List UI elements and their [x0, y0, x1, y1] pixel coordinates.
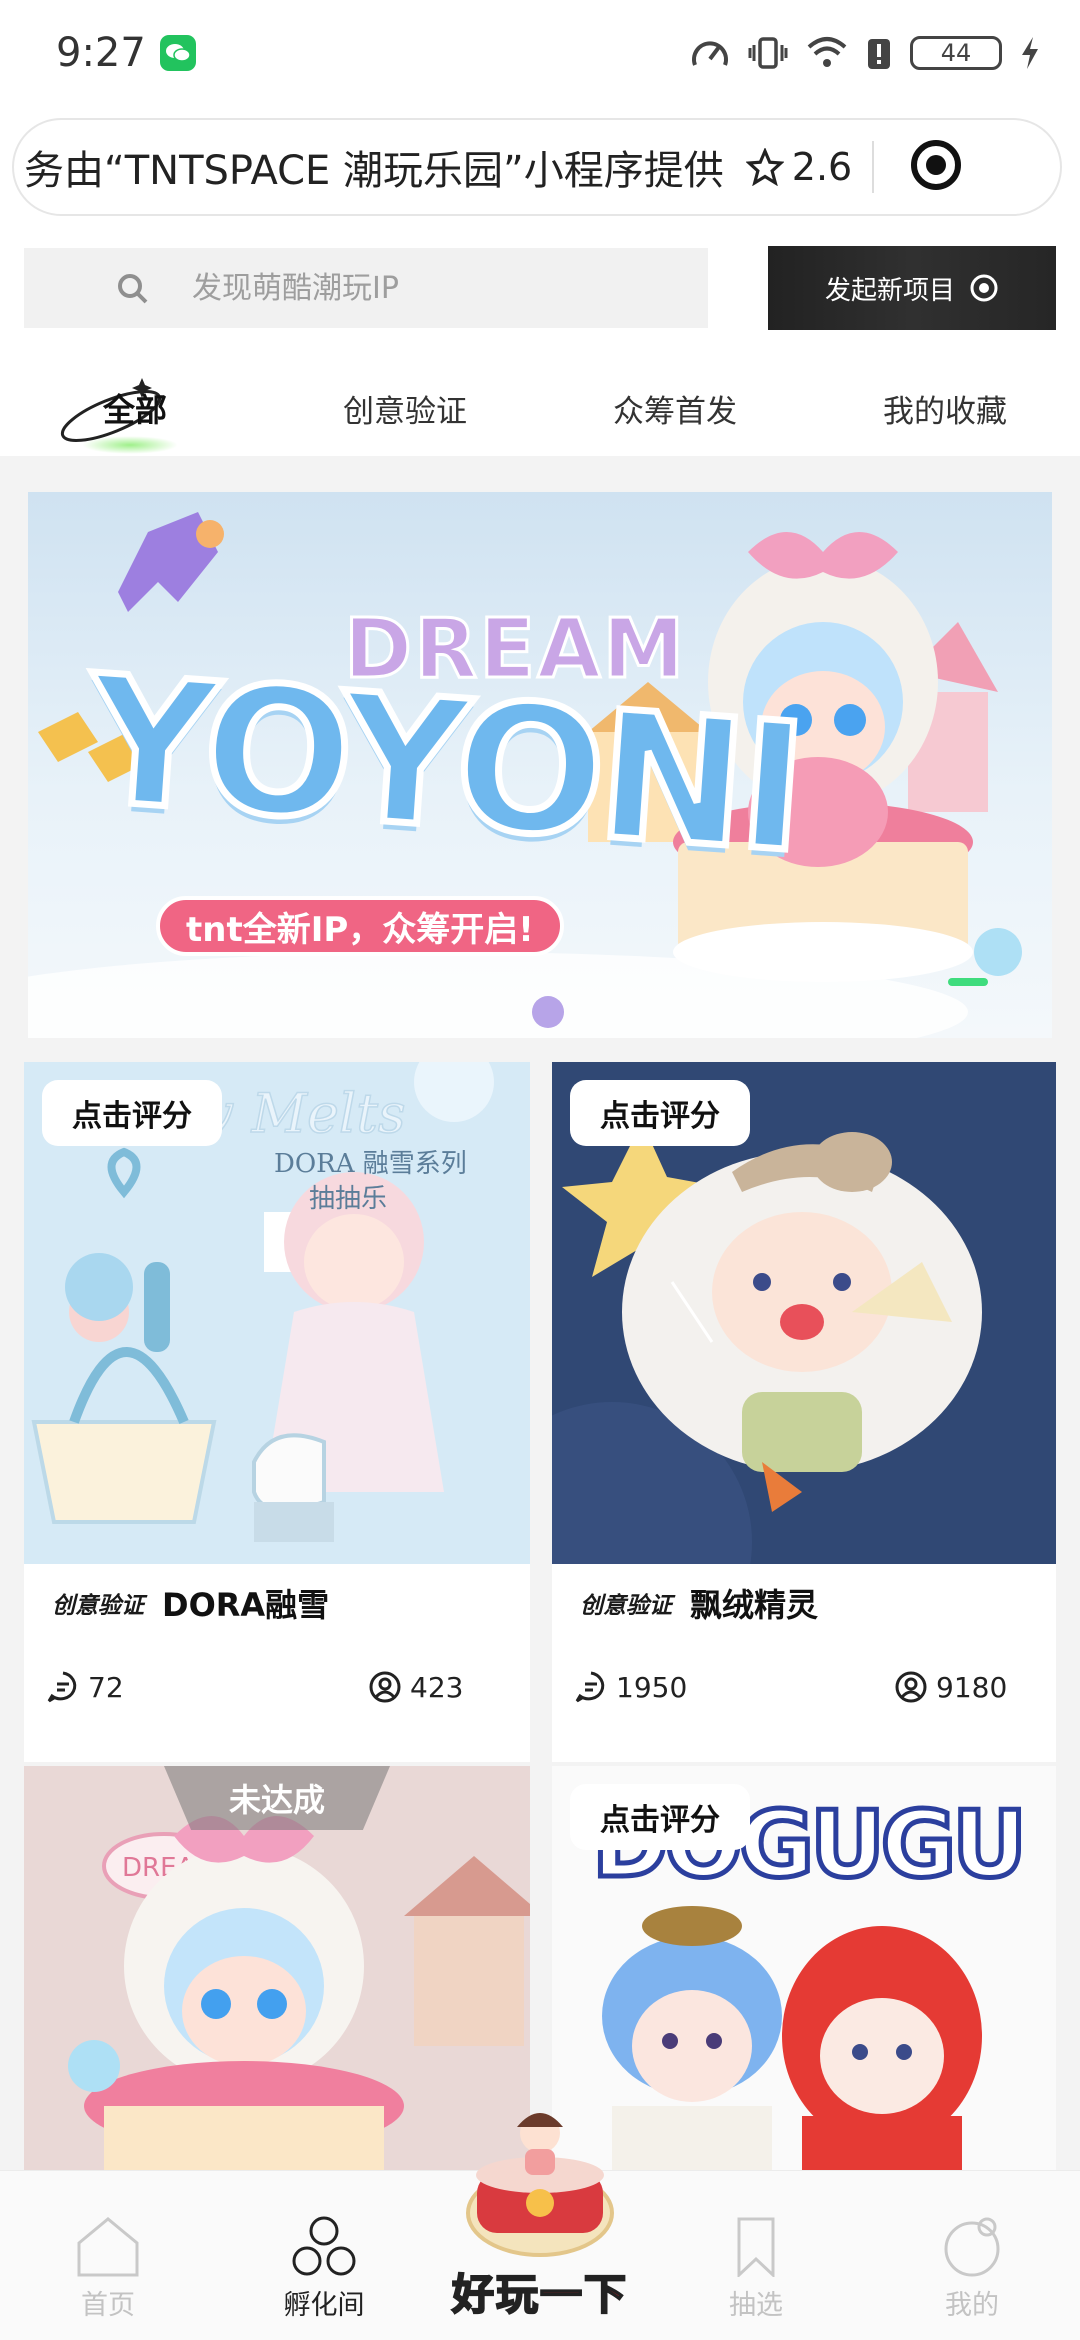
card-art-caption: DORA 融雪系列 — [274, 1149, 467, 1179]
nav-profile[interactable]: 我的 — [864, 2171, 1080, 2340]
tab-my-favorites[interactable]: 我的收藏 — [810, 360, 1080, 456]
comment-count: 72 — [46, 1670, 124, 1704]
participant-count: 423 — [368, 1670, 508, 1704]
tab-label: 创意验证 — [343, 393, 467, 430]
nav-label: 我的 — [945, 2290, 999, 2321]
tab-label: 全部 — [102, 391, 167, 429]
new-project-label: 发起新项目 — [824, 275, 955, 306]
alert-icon — [868, 38, 890, 69]
status-time-group: 9:27 — [56, 30, 196, 76]
nav-label: 抽选 — [729, 2290, 783, 2321]
status-bar: 9:27 44 — [0, 0, 1080, 105]
card-art-caption: 抽抽乐 — [309, 1184, 387, 1214]
status-badge: 未达成 — [164, 1766, 390, 1830]
project-card[interactable]: 点击评分 创意验证 飘绒精灵 1950 9180 — [552, 1062, 1056, 1762]
promo-banner[interactable]: DREAM YOYONI tnt全新IP，众筹开启! — [28, 492, 1052, 1038]
banner-tagline: tnt全新IP，众筹开启! — [156, 896, 564, 956]
charging-icon — [1022, 36, 1038, 69]
carousel-indicator — [948, 978, 988, 986]
nav-incubator[interactable]: 孵化间 — [216, 2171, 432, 2340]
star-icon — [745, 148, 784, 186]
nav-home[interactable]: 首页 — [0, 2171, 216, 2340]
incubator-icon — [292, 2216, 356, 2276]
mini-program-capsule[interactable]: 务由“TNTSPACE 潮玩乐园”小程序提供 2.6 — [12, 118, 1062, 216]
mini-program-provider-text: 务由“TNTSPACE 潮玩乐园”小程序提供 — [24, 148, 724, 194]
status-time: 9:27 — [56, 29, 146, 76]
capsule-divider — [872, 141, 875, 193]
card-stats: 72 423 — [46, 1670, 508, 1704]
card-stats: 1950 9180 — [574, 1670, 1034, 1704]
comment-icon — [47, 1671, 77, 1703]
mini-program-rating[interactable]: 2.6 — [745, 145, 853, 189]
search-input[interactable] — [192, 270, 672, 306]
target-icon — [970, 274, 998, 302]
search-bar[interactable] — [24, 248, 708, 328]
tab-label: 我的收藏 — [883, 393, 1007, 430]
project-feed[interactable]: DREAM YOYONI tnt全新IP，众筹开启! DORA 融雪系列 抽抽乐… — [0, 456, 1080, 2170]
speed-icon — [692, 41, 728, 66]
rating-value: 2.6 — [791, 145, 853, 189]
idea-validation-badge: 创意验证 — [576, 1586, 676, 1620]
close-target-icon[interactable] — [908, 137, 964, 197]
user-icon — [369, 1671, 401, 1703]
category-tabs: 全部 创意验证 众筹首发 我的收藏 — [0, 360, 1080, 456]
project-title: DORA融雪 — [162, 1586, 330, 1624]
tab-label: 众筹首发 — [613, 393, 737, 430]
idea-validation-badge: 创意验证 — [48, 1586, 148, 1620]
bookmark-icon — [737, 2217, 775, 2277]
rate-button[interactable]: 点击评分 — [570, 1784, 750, 1850]
participant-count: 9180 — [894, 1670, 1034, 1704]
project-title: 飘绒精灵 — [690, 1586, 819, 1624]
tab-active-indicator — [82, 436, 178, 454]
comment-count: 1950 — [574, 1670, 687, 1704]
nav-label: 孵化间 — [283, 2290, 365, 2321]
nav-play[interactable]: 好玩一下 — [432, 2113, 648, 2340]
nav-label: 首页 — [81, 2290, 135, 2321]
bottom-nav: 首页 孵化间 好玩一下 抽选 我的 — [0, 2113, 1080, 2340]
new-project-button[interactable]: 发起新项目 — [768, 246, 1056, 330]
blind-box-icon — [466, 2113, 614, 2257]
nav-lottery[interactable]: 抽选 — [648, 2171, 864, 2340]
battery-indicator: 44 — [910, 35, 1002, 70]
status-icons: 44 — [690, 35, 1040, 71]
vibrate-icon — [748, 36, 788, 69]
user-icon — [895, 1671, 927, 1703]
tab-idea-validation[interactable]: 创意验证 — [270, 360, 540, 456]
profile-icon — [944, 2217, 1000, 2277]
tab-crowdfunding[interactable]: 众筹首发 — [540, 360, 810, 456]
tab-all[interactable]: 全部 — [0, 360, 270, 456]
search-icon — [116, 272, 150, 310]
rate-button[interactable]: 点击评分 — [570, 1080, 750, 1146]
comment-icon — [575, 1671, 605, 1703]
card-title-row: 创意验证 飘绒精灵 — [576, 1580, 818, 1626]
home-icon — [77, 2217, 139, 2277]
project-card[interactable]: DORA 融雪系列 抽抽乐 Snow Melts 点击评分 创意验证 DORA融… — [24, 1062, 530, 1762]
project-card[interactable]: DOGUGU 点击评分 — [552, 1766, 1056, 2170]
wifi-icon — [807, 36, 847, 67]
card-title-row: 创意验证 DORA融雪 — [48, 1580, 329, 1626]
nav-label: 好玩一下 — [451, 2269, 628, 2320]
wechat-icon — [159, 34, 196, 71]
rate-button[interactable]: 点击评分 — [42, 1080, 222, 1146]
